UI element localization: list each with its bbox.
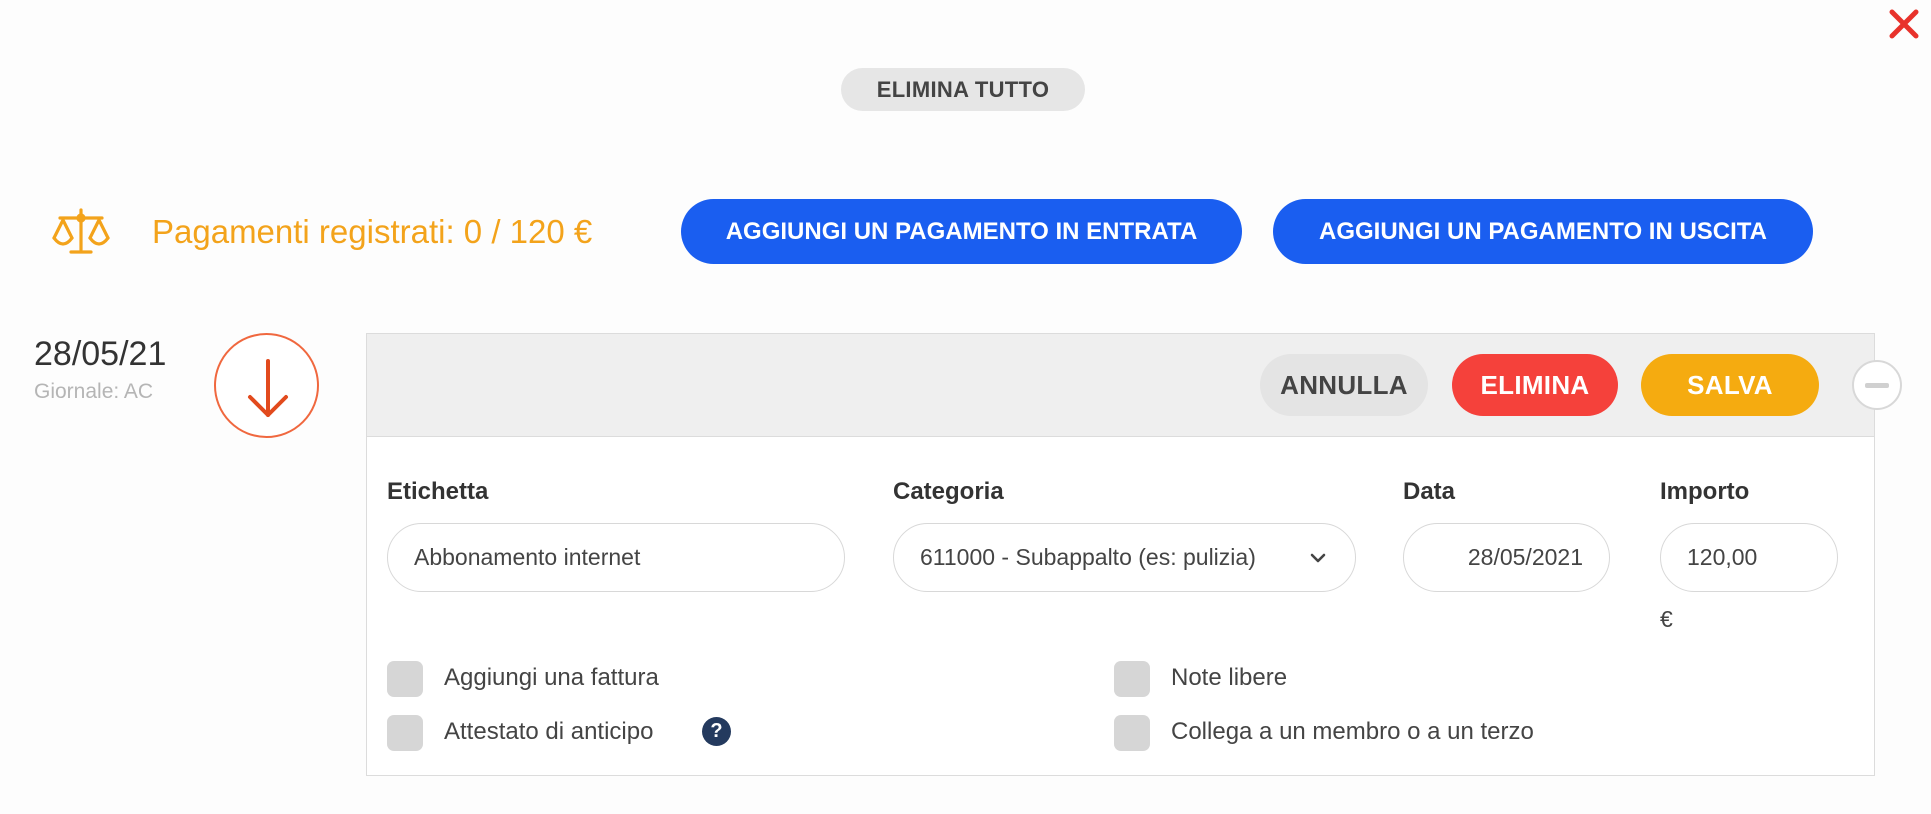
cancel-button[interactable]: ANNULLA (1260, 354, 1428, 416)
categoria-label: Categoria (893, 478, 1004, 505)
categoria-value: 611000 - Subappalto (es: pulizia) (920, 544, 1256, 570)
data-label: Data (1403, 478, 1456, 505)
date-value: 28/05/2021 (1467, 544, 1583, 570)
etichetta-input[interactable]: Abbonamento internet (387, 523, 845, 592)
payment-form-header: ANNULLA ELIMINA SALVA (367, 334, 1874, 437)
add-outgoing-payment-button[interactable]: AGGIUNGI UN PAGAMENTO IN USCITA (1273, 199, 1813, 264)
free-notes-checkbox[interactable] (1114, 661, 1150, 697)
amount-input[interactable]: 120,00 (1660, 523, 1838, 592)
outgoing-direction-badge (214, 333, 319, 438)
free-notes-label: Note libere (1171, 664, 1288, 691)
advance-certificate-checkbox[interactable] (387, 715, 423, 751)
importo-label: Importo (1660, 478, 1750, 505)
chevron-down-icon (1310, 553, 1326, 562)
help-question-icon[interactable]: ? (702, 717, 731, 746)
etichetta-value: Abbonamento internet (414, 544, 641, 570)
date-input[interactable]: 28/05/2021 (1403, 523, 1610, 592)
categoria-select[interactable]: 611000 - Subappalto (es: pulizia) (893, 523, 1356, 592)
payment-form-card: ANNULLA ELIMINA SALVA Etichetta Abboname… (366, 333, 1902, 776)
advance-certificate-label: Attestato di anticipo (444, 718, 654, 745)
add-invoice-checkbox[interactable] (387, 661, 423, 697)
amount-value: 120,00 (1687, 544, 1758, 570)
etichetta-label: Etichetta (387, 478, 489, 505)
link-member-checkbox[interactable] (1114, 715, 1150, 751)
delete-all-button[interactable]: ELIMINA TUTTO (841, 68, 1085, 111)
currency-symbol: € (1660, 606, 1673, 632)
add-incoming-payment-button[interactable]: AGGIUNGI UN PAGAMENTO IN ENTRATA (681, 199, 1242, 264)
payments-registered-label: Pagamenti registrati: 0 / 120 € (152, 213, 593, 250)
collapse-minus-icon[interactable] (1852, 360, 1902, 410)
balance-scale-icon (52, 208, 110, 258)
entry-date: 28/05/21 (34, 335, 167, 373)
delete-button[interactable]: ELIMINA (1452, 354, 1618, 416)
add-invoice-label: Aggiungi una fattura (444, 664, 659, 691)
save-button[interactable]: SALVA (1641, 354, 1819, 416)
entry-journal: Giornale: AC (34, 380, 154, 403)
arrow-down-icon (248, 359, 288, 417)
link-member-label: Collega a un membro o a un terzo (1171, 718, 1534, 745)
close-icon[interactable] (1886, 6, 1922, 42)
